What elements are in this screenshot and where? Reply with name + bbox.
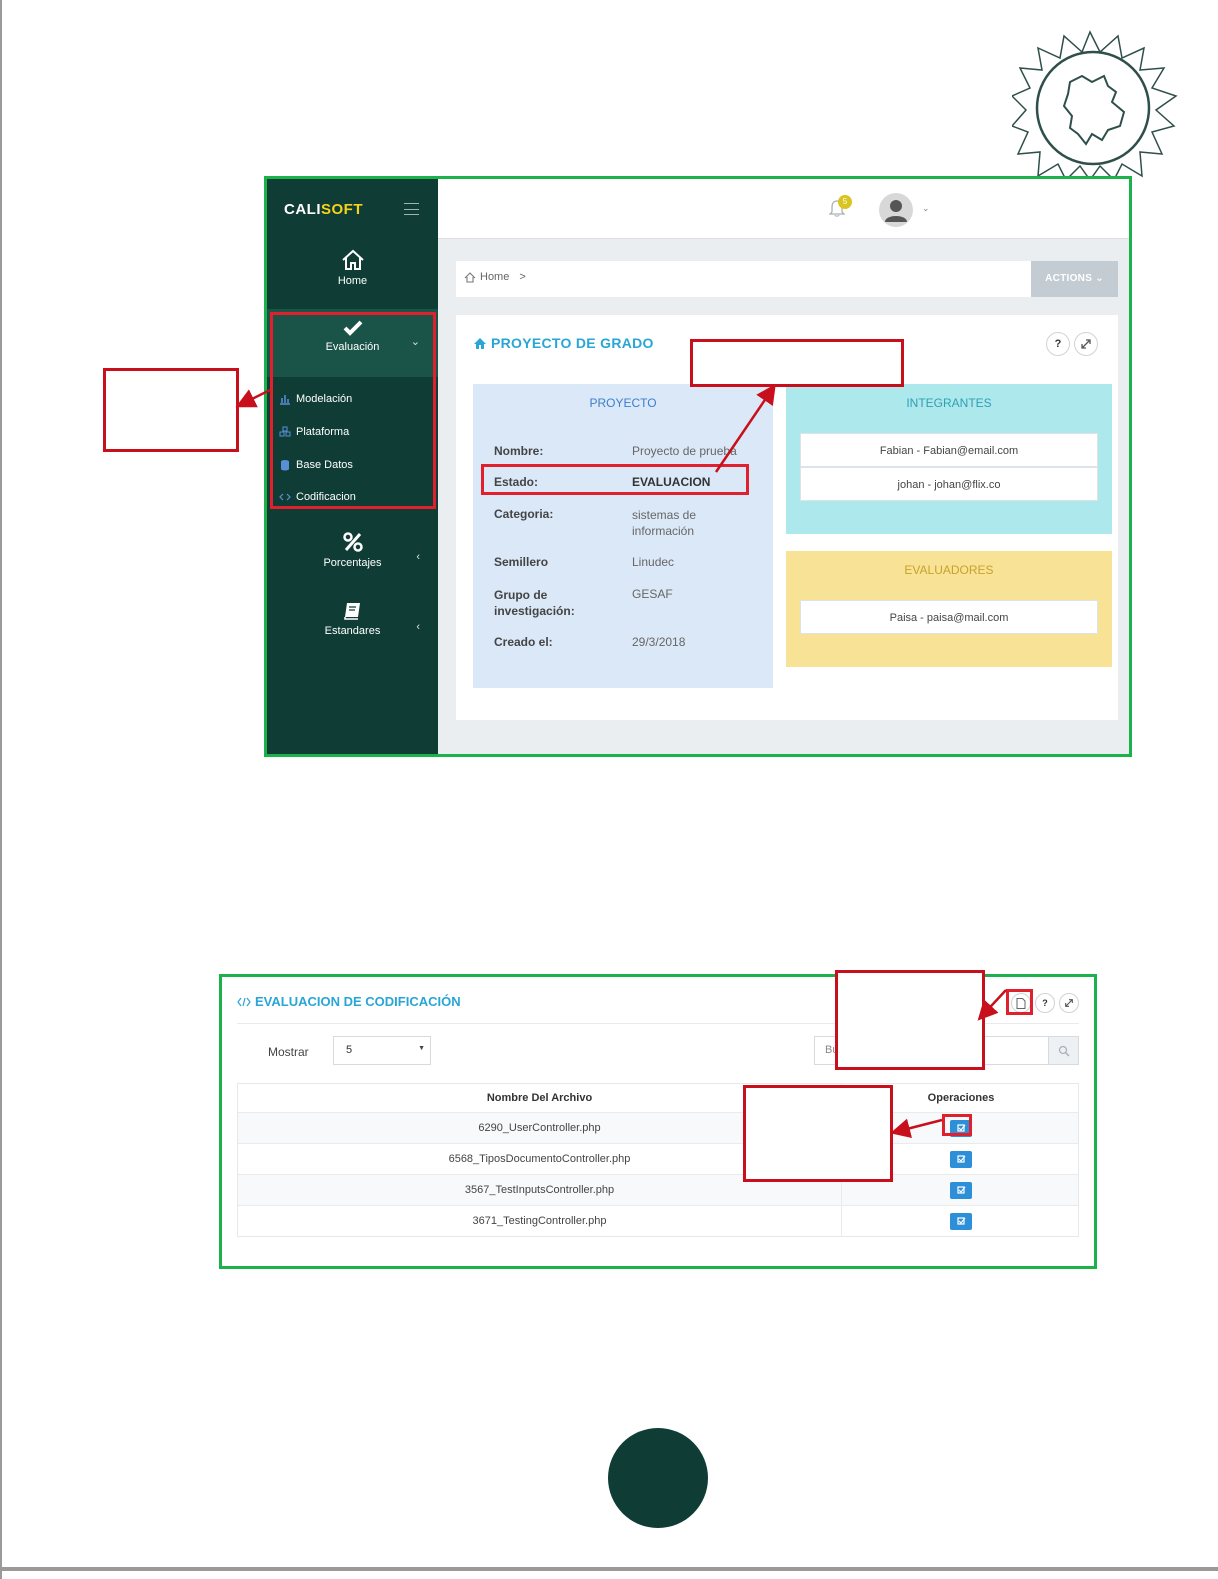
arrow-to-evaluate-callout <box>890 1118 943 1138</box>
arrow-to-pdf-callout <box>977 989 1007 1021</box>
page-number-circle <box>608 1428 708 1528</box>
arrow-to-menu-callout <box>235 388 271 408</box>
annotation-arrows <box>235 383 1007 1138</box>
arrow-to-estado-callout <box>714 383 776 473</box>
